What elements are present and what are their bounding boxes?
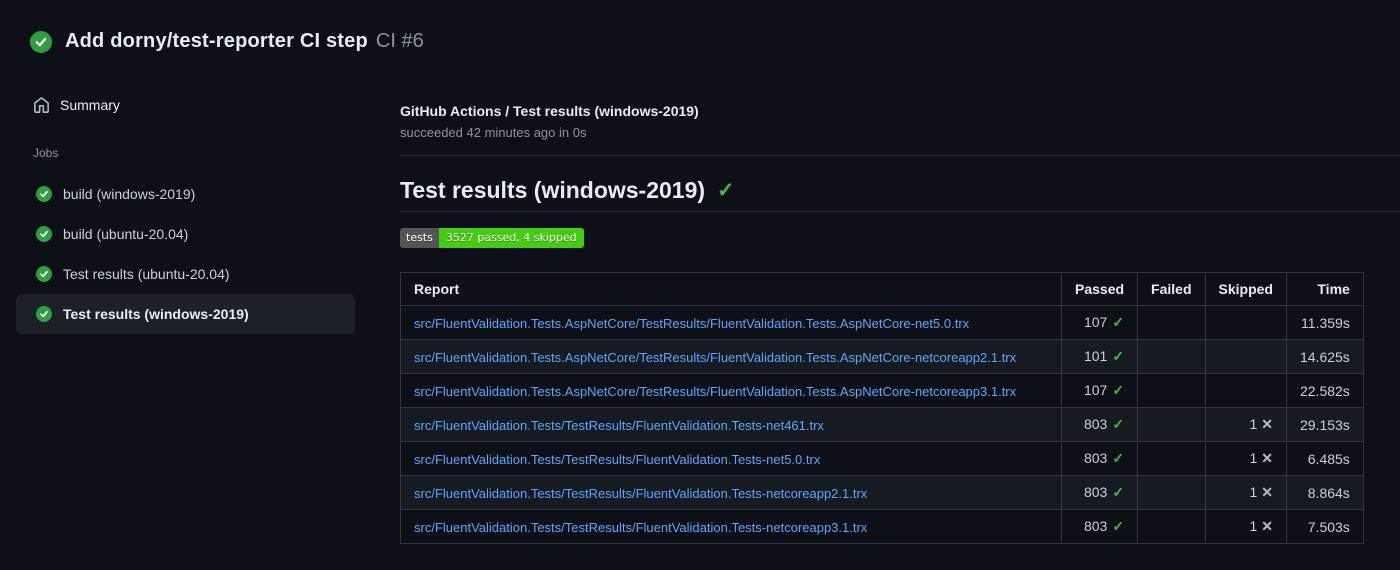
report-link[interactable]: src/FluentValidation.Tests.AspNetCore/Te…	[414, 384, 1016, 399]
time-value: 14.625s	[1285, 339, 1364, 374]
column-header-time: Time	[1285, 272, 1364, 306]
table-row: src/FluentValidation.Tests.AspNetCore/Te…	[400, 339, 1364, 374]
check-circle-icon	[36, 306, 52, 322]
table-header-row: Report Passed Failed Skipped Time	[400, 272, 1364, 306]
report-link[interactable]: src/FluentValidation.Tests.AspNetCore/Te…	[414, 316, 969, 331]
sidebar-jobs-list: build (windows-2019) build (ubuntu-20.04…	[16, 174, 355, 334]
check-icon: ✓	[1112, 382, 1125, 398]
page-title: Add dorny/test-reporter CI step	[65, 30, 368, 52]
check-circle-icon	[36, 226, 52, 242]
column-header-passed: Passed	[1060, 272, 1139, 306]
check-icon: ✓	[1112, 518, 1125, 534]
check-circle-icon	[36, 186, 52, 202]
table-row: src/FluentValidation.Tests/TestResults/F…	[400, 407, 1364, 442]
sidebar-item-test-results-ubuntu-20.04[interactable]: Test results (ubuntu-20.04)	[16, 254, 355, 294]
job-label: Test results (windows-2019)	[63, 306, 249, 322]
check-circle-icon	[30, 30, 52, 53]
skipped-count: 1	[1249, 416, 1258, 432]
run-header: Add dorny/test-reporter CI step CI #6	[30, 30, 424, 53]
report-link[interactable]: src/FluentValidation.Tests/TestResults/F…	[414, 418, 824, 433]
check-circle-icon	[36, 266, 52, 282]
run-number: CI #6	[375, 30, 424, 52]
job-label: build (ubuntu-20.04)	[63, 226, 189, 242]
badge-value: 3527 passed, 4 skipped	[438, 228, 584, 248]
summary-label: Summary	[60, 97, 120, 113]
sidebar-item-summary[interactable]: Summary	[16, 88, 355, 122]
table-row: src/FluentValidation.Tests.AspNetCore/Te…	[400, 305, 1364, 340]
passed-count: 803	[1083, 484, 1108, 500]
check-icon: ✓	[1112, 416, 1125, 432]
time-value: 8.864s	[1285, 475, 1364, 510]
passed-count: 803	[1083, 450, 1108, 466]
test-results-table: Report Passed Failed Skipped Time src/Fl…	[400, 272, 1364, 544]
time-value: 22.582s	[1285, 373, 1364, 408]
check-run-status: succeeded 42 minutes ago in 0s	[400, 125, 587, 140]
report-link[interactable]: src/FluentValidation.Tests/TestResults/F…	[414, 452, 820, 467]
check-run-title: GitHub Actions / Test results (windows-2…	[400, 103, 699, 119]
table-row: src/FluentValidation.Tests.AspNetCore/Te…	[400, 373, 1364, 408]
cross-icon: ✕	[1261, 484, 1273, 500]
table-body: src/FluentValidation.Tests.AspNetCore/Te…	[400, 305, 1364, 544]
skipped-count: 1	[1249, 484, 1258, 500]
time-value: 11.359s	[1285, 305, 1364, 340]
sidebar-item-build-ubuntu-20.04[interactable]: build (ubuntu-20.04)	[16, 214, 355, 254]
passed-count: 107	[1083, 382, 1108, 398]
home-icon	[34, 96, 49, 113]
check-icon: ✓	[1112, 450, 1125, 466]
job-label: build (windows-2019)	[63, 186, 196, 202]
jobs-section-label: Jobs	[33, 146, 59, 160]
check-icon: ✓	[1112, 348, 1125, 364]
table-row: src/FluentValidation.Tests/TestResults/F…	[400, 441, 1364, 476]
table-row: src/FluentValidation.Tests/TestResults/F…	[400, 509, 1364, 544]
sidebar-item-test-results-windows-2019[interactable]: Test results (windows-2019)	[16, 294, 355, 334]
table-row: src/FluentValidation.Tests/TestResults/F…	[400, 475, 1364, 510]
report-link[interactable]: src/FluentValidation.Tests.AspNetCore/Te…	[414, 350, 1016, 365]
sidebar-item-build-windows-2019[interactable]: build (windows-2019)	[16, 174, 355, 214]
time-value: 29.153s	[1285, 407, 1364, 442]
passed-count: 101	[1083, 348, 1108, 364]
column-header-report: Report	[400, 272, 1062, 306]
passed-count: 803	[1083, 416, 1108, 432]
section-heading-text: Test results (windows-2019)	[400, 177, 706, 203]
section-heading: Test results (windows-2019) ✓	[400, 177, 735, 204]
column-header-skipped: Skipped	[1204, 272, 1287, 306]
check-icon: ✓	[717, 179, 735, 202]
time-value: 7.503s	[1285, 509, 1364, 544]
badge-label: tests	[400, 228, 439, 248]
passed-count: 803	[1083, 518, 1108, 534]
passed-count: 107	[1083, 314, 1108, 330]
cross-icon: ✕	[1261, 416, 1273, 432]
check-icon: ✓	[1112, 314, 1125, 330]
tests-badge: tests 3527 passed, 4 skipped	[400, 228, 584, 248]
time-value: 6.485s	[1285, 441, 1364, 476]
report-link[interactable]: src/FluentValidation.Tests/TestResults/F…	[414, 486, 867, 501]
cross-icon: ✕	[1261, 518, 1273, 534]
report-link[interactable]: src/FluentValidation.Tests/TestResults/F…	[414, 520, 867, 535]
cross-icon: ✕	[1261, 450, 1273, 466]
skipped-count: 1	[1249, 518, 1258, 534]
skipped-count: 1	[1249, 450, 1258, 466]
check-icon: ✓	[1112, 484, 1125, 500]
column-header-failed: Failed	[1137, 272, 1206, 306]
job-label: Test results (ubuntu-20.04)	[63, 266, 230, 282]
divider	[400, 211, 1400, 212]
divider	[400, 155, 1400, 156]
